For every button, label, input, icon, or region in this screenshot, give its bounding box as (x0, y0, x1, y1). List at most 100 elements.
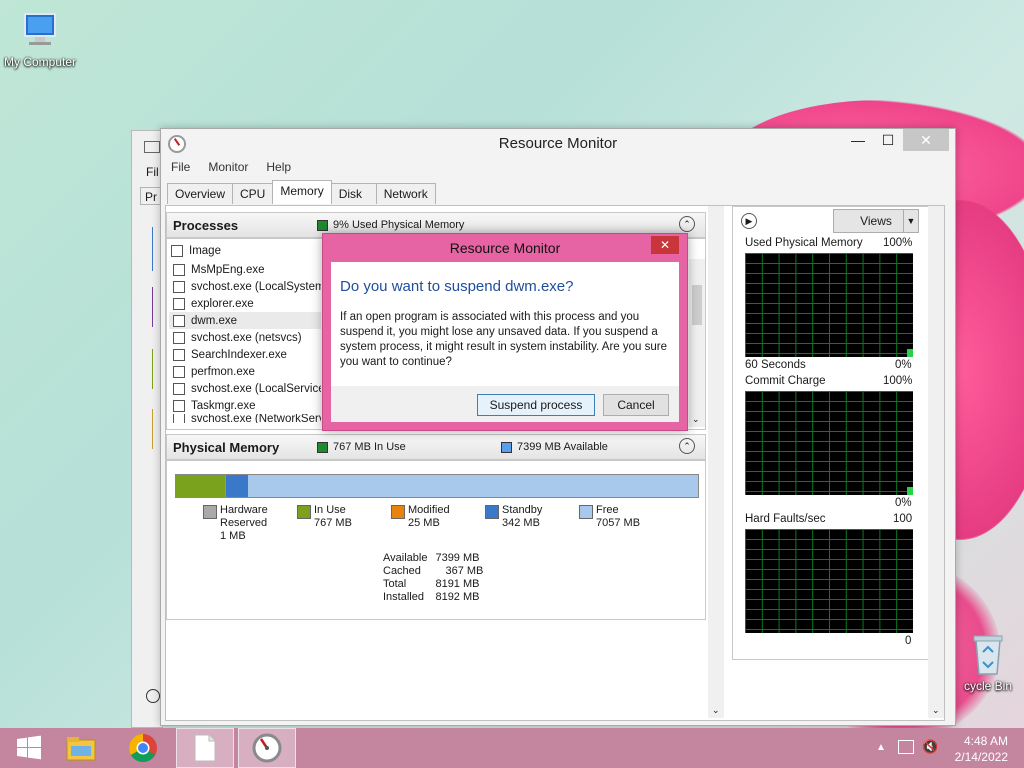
process-name: SearchIndexer.exe (191, 348, 287, 361)
left-pane-scrollbar[interactable]: ⌄ (708, 206, 724, 718)
memory-stats-table: Available 7399 MB Cached 367 MB Total 8191 … (383, 552, 491, 604)
scroll-down-icon[interactable]: ⌄ (692, 414, 700, 425)
graph-max-used-physical: 100% (883, 237, 913, 249)
scrollbar-thumb[interactable] (692, 285, 702, 325)
title-bar[interactable]: Resource Monitor — ☐ ✕ (161, 129, 955, 157)
dialog-title-bar[interactable]: Resource Monitor ✕ (323, 234, 687, 262)
taskbar-notepad[interactable] (176, 728, 234, 768)
desktop-icon-recycle-bin[interactable]: cycle Bin (952, 630, 1024, 693)
scroll-down-icon[interactable]: ⌄ (932, 705, 940, 716)
process-list: MsMpEng.exe svchost.exe (LocalSystemN ex… (169, 261, 321, 423)
minimize-button[interactable]: — (843, 129, 873, 151)
cancel-button[interactable]: Cancel (603, 394, 669, 416)
system-clock[interactable]: 4:48 AM 2/14/2022 (955, 733, 1008, 765)
menu-monitor[interactable]: Monitor (208, 160, 248, 174)
table-row[interactable]: perfmon.exe (169, 363, 321, 380)
row-checkbox[interactable] (173, 297, 185, 310)
dialog-question: Do you want to suspend dwm.exe? (340, 278, 574, 295)
table-header-image[interactable]: Image (167, 242, 221, 259)
stat-value: 367 MB (445, 565, 484, 577)
processes-title: Processes (173, 217, 239, 233)
legend-value: 1 MB (220, 530, 246, 542)
row-checkbox[interactable] (173, 314, 185, 327)
row-checkbox[interactable] (173, 331, 185, 344)
table-row[interactable]: SearchIndexer.exe (169, 346, 321, 363)
physical-memory-header[interactable]: Physical Memory 767 MB In Use 7399 MB Av… (166, 434, 706, 460)
volume-muted-icon[interactable]: 🔇 (922, 739, 938, 755)
table-row[interactable]: svchost.exe (NetworkServi (169, 414, 321, 423)
document-icon (194, 734, 216, 762)
taskbar-chrome[interactable] (114, 728, 172, 768)
process-name: svchost.exe (LocalServiceN (191, 382, 321, 395)
tab-network[interactable]: Network (375, 183, 436, 204)
maximize-button[interactable]: ☐ (873, 129, 903, 151)
table-row-selected[interactable]: dwm.exe (169, 312, 321, 329)
menu-file[interactable]: File (171, 160, 190, 174)
tab-cpu[interactable]: CPU (232, 183, 274, 204)
graph-hard-faults (745, 529, 913, 633)
start-button[interactable] (0, 728, 58, 768)
legend-swatch (203, 505, 217, 519)
stat-label: Installed (383, 591, 424, 603)
collapse-physical-memory-button[interactable]: ⌃ (679, 438, 695, 454)
bar-segment-free (248, 475, 698, 497)
row-checkbox[interactable] (173, 414, 185, 423)
tab-overview[interactable]: Overview (167, 183, 234, 204)
chevron-down-icon[interactable]: ▼ (903, 210, 918, 232)
desktop-icon-my-computer[interactable]: My Computer (2, 10, 78, 69)
menu-help[interactable]: Help (266, 160, 291, 174)
row-checkbox[interactable] (173, 382, 185, 395)
processes-scrollbar[interactable]: ⌄ (689, 259, 705, 427)
table-row[interactable]: svchost.exe (netsvcs) (169, 329, 321, 346)
graph-pane-scrollbar[interactable]: ⌄ (928, 206, 944, 718)
graph-min-commit-charge: 0% (895, 497, 912, 509)
graph-trace (907, 349, 913, 357)
suspend-process-button[interactable]: Suspend process (477, 394, 595, 416)
graph-title-commit-charge: Commit Charge (745, 375, 826, 387)
taskbar-resource-monitor[interactable] (238, 728, 296, 768)
close-button[interactable]: ✕ (903, 129, 949, 151)
chart-icon (144, 141, 160, 153)
background-window-button[interactable] (146, 689, 160, 703)
row-checkbox[interactable] (173, 280, 185, 293)
stat-label: Total (383, 578, 407, 590)
stat-label: Cached (383, 565, 421, 577)
background-window[interactable]: Fil Pr (131, 130, 163, 728)
legend-in-use: In Use 767 MB (297, 504, 352, 530)
background-window-tab[interactable]: Pr (140, 187, 162, 205)
chrome-icon (129, 734, 157, 762)
row-checkbox[interactable] (173, 263, 185, 276)
row-checkbox[interactable] (173, 348, 185, 361)
folder-icon (66, 737, 96, 761)
dialog-close-button[interactable]: ✕ (651, 236, 679, 254)
expand-arrow-icon[interactable]: ▶ (741, 213, 757, 229)
views-dropdown[interactable]: Views ▼ (833, 209, 919, 233)
row-checkbox[interactable] (173, 365, 185, 378)
stat-label: Available (383, 552, 428, 564)
process-name: svchost.exe (LocalSystemN (191, 280, 321, 293)
collapse-processes-button[interactable]: ⌃ (679, 216, 695, 232)
table-row[interactable]: Taskmgr.exe (169, 397, 321, 414)
tab-memory[interactable]: Memory (272, 180, 332, 204)
process-name: perfmon.exe (191, 365, 255, 378)
column-header-label: Image (189, 244, 221, 257)
table-row[interactable]: MsMpEng.exe (169, 261, 321, 278)
graph-min-hard-faults: 0 (905, 635, 912, 647)
table-row[interactable]: explorer.exe (169, 295, 321, 312)
table-row[interactable]: svchost.exe (LocalSystemN (169, 278, 321, 295)
in-use-text: 767 MB In Use (333, 441, 406, 453)
process-name: MsMpEng.exe (191, 263, 265, 276)
table-row[interactable]: svchost.exe (LocalServiceN (169, 380, 321, 397)
scroll-down-icon[interactable]: ⌄ (712, 705, 720, 716)
suspend-confirm-dialog[interactable]: Resource Monitor ✕ Do you want to suspen… (322, 233, 688, 431)
tab-disk[interactable]: Disk (330, 183, 377, 204)
select-all-checkbox[interactable] (171, 244, 183, 257)
taskbar-file-explorer[interactable] (52, 728, 110, 768)
network-icon[interactable] (898, 740, 914, 754)
menu-bar: File Monitor Help (161, 157, 955, 177)
available-swatch-icon (501, 441, 512, 453)
taskbar: ▲ 🔇 4:48 AM 2/14/2022 (0, 728, 1024, 768)
row-checkbox[interactable] (173, 399, 185, 412)
clock-date: 2/14/2022 (954, 750, 1008, 764)
show-hidden-icons-button[interactable]: ▲ (876, 742, 886, 753)
